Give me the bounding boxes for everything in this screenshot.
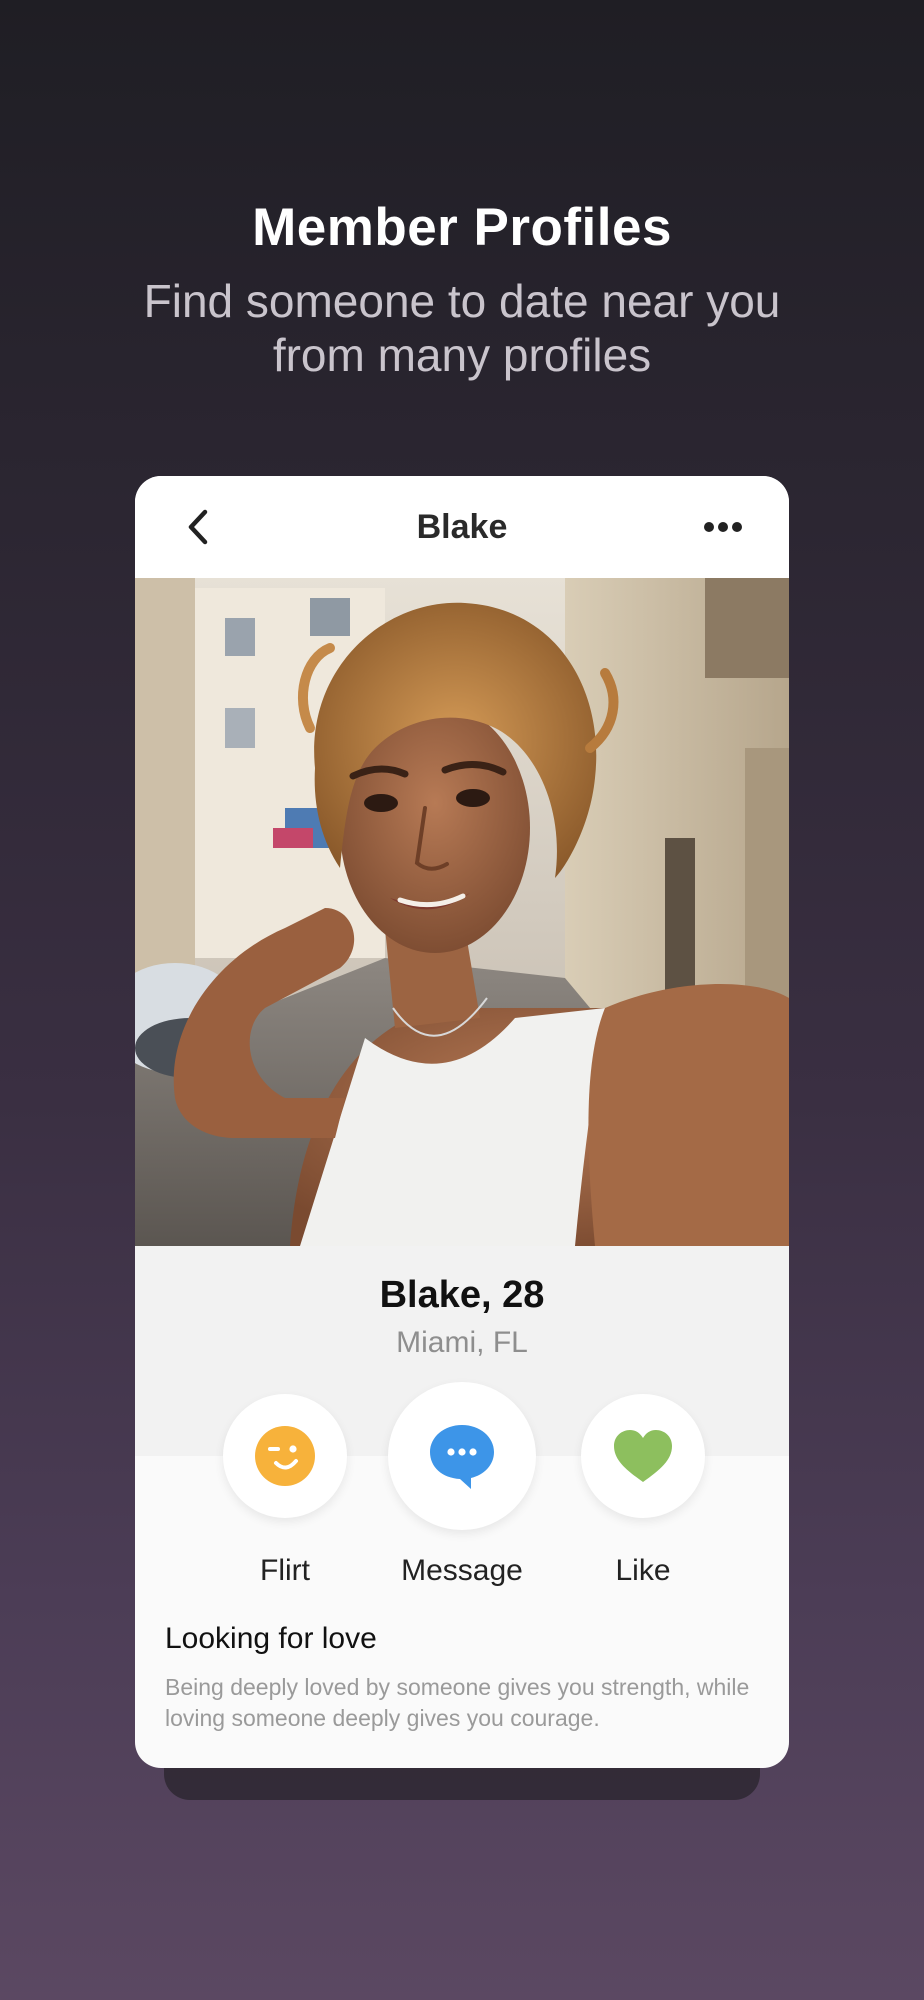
profile-photo-illustration	[135, 578, 789, 1246]
heart-icon	[614, 1430, 672, 1482]
flirt-button[interactable]	[223, 1394, 347, 1518]
like-action[interactable]: Like	[579, 1394, 707, 1590]
chat-bubble-icon	[430, 1425, 494, 1489]
hero-subtitle: Find someone to date near you from many …	[143, 275, 781, 381]
profile-name: Blake, 28	[379, 1274, 545, 1316]
hero-title: Member Profiles	[252, 198, 672, 257]
header-title: Blake	[416, 508, 508, 546]
profile-card: Blake Blake, 28 Miami, FL Flirt Message …	[135, 476, 789, 1768]
flirt-label: Flirt	[260, 1554, 310, 1587]
like-button[interactable]	[581, 1394, 705, 1518]
profile-photo[interactable]	[135, 578, 789, 1246]
looking-for-heading: Looking for love	[165, 1622, 377, 1655]
like-label: Like	[615, 1554, 671, 1587]
card-header: Blake	[135, 476, 789, 578]
more-horizontal-icon	[704, 522, 742, 532]
more-options-button[interactable]	[697, 506, 749, 548]
looking-for-body: Being deeply loved by someone gives you …	[165, 1674, 750, 1731]
message-action[interactable]: Message	[387, 1382, 537, 1590]
message-button[interactable]	[388, 1382, 536, 1530]
flirt-action[interactable]: Flirt	[221, 1394, 349, 1590]
hero-section: Member Profiles Find someone to date nea…	[0, 196, 924, 382]
message-label: Message	[401, 1554, 523, 1587]
profile-location: Miami, FL	[396, 1326, 528, 1359]
wink-face-icon	[255, 1426, 315, 1486]
